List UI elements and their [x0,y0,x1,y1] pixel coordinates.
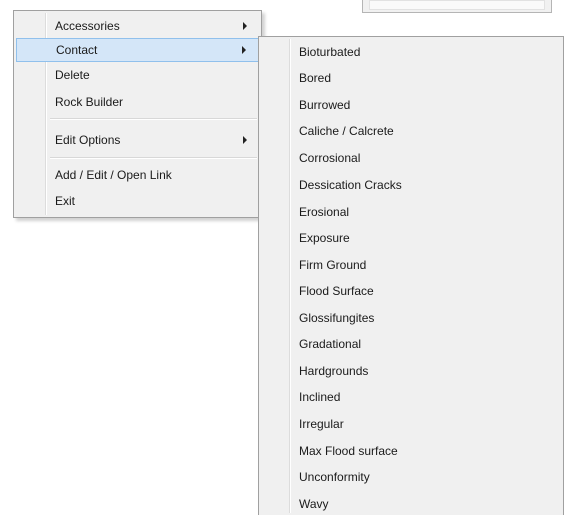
menu-item-label: Accessories [55,19,120,33]
submenu-item-gradational[interactable]: Gradational [261,332,561,356]
background-field [369,0,545,10]
menu-item-rock-builder[interactable]: Rock Builder [16,90,259,114]
submenu-item-exposure[interactable]: Exposure [261,226,561,250]
submenu-item-label: Wavy [299,497,329,511]
menu-item-edit-options[interactable]: Edit Options [16,128,259,152]
submenu-item-unconformity[interactable]: Unconformity [261,465,561,489]
submenu-item-label: Exposure [299,231,350,245]
submenu-item-caliche-calcrete[interactable]: Caliche / Calcrete [261,119,561,143]
submenu-item-bored[interactable]: Bored [261,66,561,90]
submenu-item-label: Corrosional [299,151,361,165]
menu-item-label: Rock Builder [55,95,124,109]
submenu-item-erosional[interactable]: Erosional [261,200,561,224]
submenu-item-burrowed[interactable]: Burrowed [261,93,561,117]
submenu-item-label: Caliche / Calcrete [299,124,394,138]
menu-item-contact[interactable]: Contact [16,38,259,62]
submenu-item-label: Bioturbated [299,45,361,59]
context-menu: Accessories Contact Delete Rock Builder … [13,10,262,218]
menu-separator [50,157,257,159]
menu-item-label: Exit [55,194,76,208]
submenu-item-label: Bored [299,71,332,85]
menu-item-delete[interactable]: Delete [16,63,259,87]
menu-item-label: Add / Edit / Open Link [55,168,172,182]
menu-item-exit[interactable]: Exit [16,189,259,213]
submenu-item-max-flood-surface[interactable]: Max Flood surface [261,439,561,463]
submenu-arrow-icon [242,46,246,54]
submenu-item-label: Flood Surface [299,284,374,298]
submenu-item-label: Max Flood surface [299,444,398,458]
submenu-item-bioturbated[interactable]: Bioturbated [261,40,561,64]
submenu-item-label: Dessication Cracks [299,178,402,192]
submenu-item-label: Inclined [299,390,341,404]
menu-item-label: Contact [56,43,98,57]
menu-item-label: Edit Options [55,133,121,147]
menu-item-add-edit-open-link[interactable]: Add / Edit / Open Link [16,163,259,187]
submenu-item-irregular[interactable]: Irregular [261,412,561,436]
submenu-item-label: Burrowed [299,98,351,112]
submenu-item-label: Glossifungites [299,311,375,325]
submenu-item-label: Erosional [299,205,350,219]
submenu-item-label: Unconformity [299,470,370,484]
submenu-arrow-icon [243,136,247,144]
menu-item-accessories[interactable]: Accessories [16,14,259,38]
submenu-item-label: Firm Ground [299,258,367,272]
submenu-item-firm-ground[interactable]: Firm Ground [261,253,561,277]
screen: Accessories Contact Delete Rock Builder … [0,0,568,515]
submenu-item-wavy[interactable]: Wavy [261,492,561,515]
background-window-fragment [362,0,552,13]
submenu-item-glossifungites[interactable]: Glossifungites [261,306,561,330]
submenu-item-label: Hardgrounds [299,364,369,378]
submenu-item-corrosional[interactable]: Corrosional [261,146,561,170]
submenu-item-inclined[interactable]: Inclined [261,385,561,409]
submenu-item-dessication-cracks[interactable]: Dessication Cracks [261,173,561,197]
submenu-item-hardgrounds[interactable]: Hardgrounds [261,359,561,383]
submenu-item-flood-surface[interactable]: Flood Surface [261,279,561,303]
submenu-item-label: Gradational [299,337,362,351]
menu-separator [50,118,257,120]
submenu-item-label: Irregular [299,417,344,431]
submenu-arrow-icon [243,22,247,30]
menu-item-label: Delete [55,68,90,82]
contact-submenu: Bioturbated Bored Burrowed Caliche / Cal… [258,36,564,515]
